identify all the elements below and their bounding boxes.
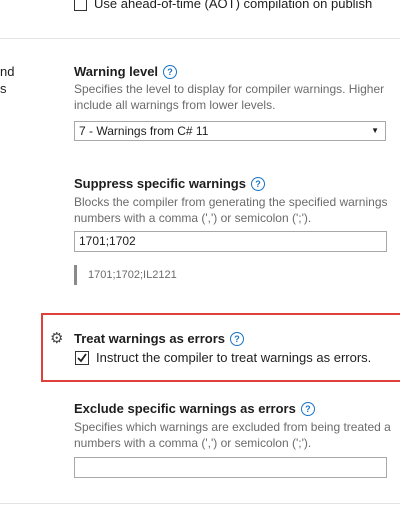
treat-errors-checkbox[interactable] xyxy=(75,351,89,365)
highlight-box xyxy=(41,313,400,382)
treat-errors-label: Instruct the compiler to treat warnings … xyxy=(96,350,372,365)
left-label-fragment: s xyxy=(0,81,7,96)
effective-value-bar xyxy=(74,265,77,285)
checkmark-icon xyxy=(77,353,87,363)
suppress-input[interactable]: 1701;1702 xyxy=(74,231,387,252)
help-icon[interactable]: ? xyxy=(300,402,315,416)
help-icon[interactable]: ? xyxy=(250,177,265,191)
warning-level-desc-2: include all warnings from lower levels. xyxy=(74,98,276,112)
treat-errors-heading: Treat warnings as errors? xyxy=(74,331,245,346)
help-icon[interactable]: ? xyxy=(230,332,245,346)
warning-level-select[interactable]: 7 - Warnings from C# 11 ▼ xyxy=(74,121,386,141)
suppress-title: Suppress specific warnings xyxy=(74,176,246,191)
suppress-desc-2: numbers with a comma (',') or semicolon … xyxy=(74,211,312,225)
treat-errors-title: Treat warnings as errors xyxy=(74,331,226,346)
section-divider xyxy=(0,38,400,39)
warning-level-heading: Warning level? xyxy=(74,64,178,79)
suppress-effective-value: 1701;1702;IL2121 xyxy=(88,269,177,281)
gear-icon: ⚙ xyxy=(50,330,64,347)
warning-level-desc-1: Specifies the level to display for compi… xyxy=(74,82,385,96)
aot-checkbox[interactable] xyxy=(74,0,87,11)
help-icon[interactable]: ? xyxy=(163,65,178,79)
dropdown-arrow-icon: ▼ xyxy=(371,126,379,135)
suppress-desc-1: Blocks the compiler from generating the … xyxy=(74,195,388,209)
left-label-fragment: nd xyxy=(0,64,15,79)
section-divider xyxy=(0,503,400,504)
suppress-heading: Suppress specific warnings? xyxy=(74,176,265,191)
exclude-desc-1: Specifies which warnings are excluded fr… xyxy=(74,420,391,434)
exclude-desc-2: numbers with a comma (',') or semicolon … xyxy=(74,436,312,450)
exclude-input[interactable] xyxy=(74,457,387,478)
exclude-title: Exclude specific warnings as errors xyxy=(74,401,296,416)
warning-level-title: Warning level xyxy=(74,64,159,79)
warning-level-value: 7 - Warnings from C# 11 xyxy=(79,124,209,138)
aot-label: Use ahead-of-time (AOT) compilation on p… xyxy=(94,0,373,11)
exclude-heading: Exclude specific warnings as errors? xyxy=(74,401,315,416)
suppress-input-value: 1701;1702 xyxy=(79,234,136,248)
